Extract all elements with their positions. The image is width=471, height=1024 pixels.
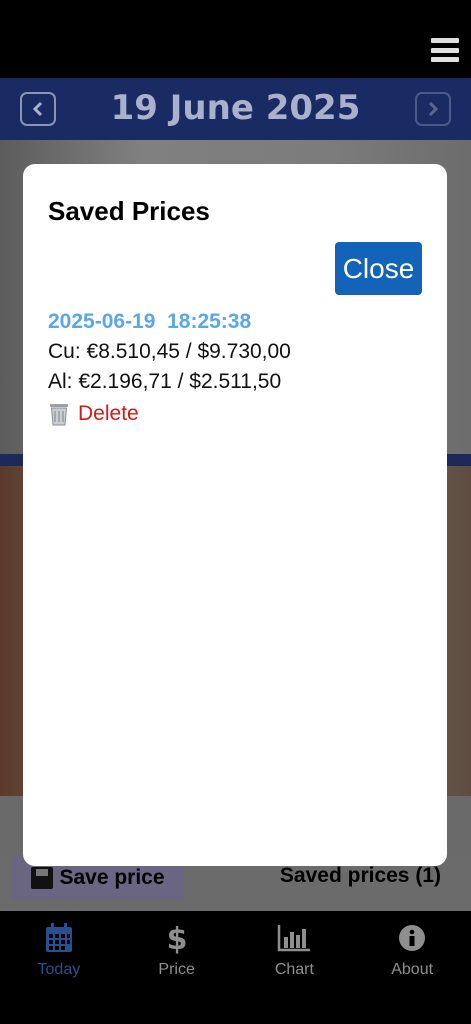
modal-overlay[interactable]: Saved Prices Close 2025-06-19 18:25:38 C… bbox=[0, 0, 471, 1024]
saved-prices-dialog: Saved Prices Close 2025-06-19 18:25:38 C… bbox=[23, 164, 447, 866]
delete-label: Delete bbox=[78, 402, 139, 425]
entry-aluminium-price: Al: €2.196,71 / $2.511,50 bbox=[48, 370, 282, 393]
entry-timestamp: 2025-06-19 18:25:38 bbox=[48, 310, 252, 333]
dialog-title: Saved Prices bbox=[48, 196, 210, 226]
delete-entry-button[interactable]: Delete bbox=[48, 402, 291, 426]
saved-price-entry: 2025-06-19 18:25:38 Cu: €8.510,45 / $9.7… bbox=[48, 310, 291, 426]
entry-copper-price: Cu: €8.510,45 / $9.730,00 bbox=[48, 340, 291, 363]
trash-icon bbox=[50, 404, 68, 426]
close-button[interactable]: Close bbox=[335, 242, 422, 295]
